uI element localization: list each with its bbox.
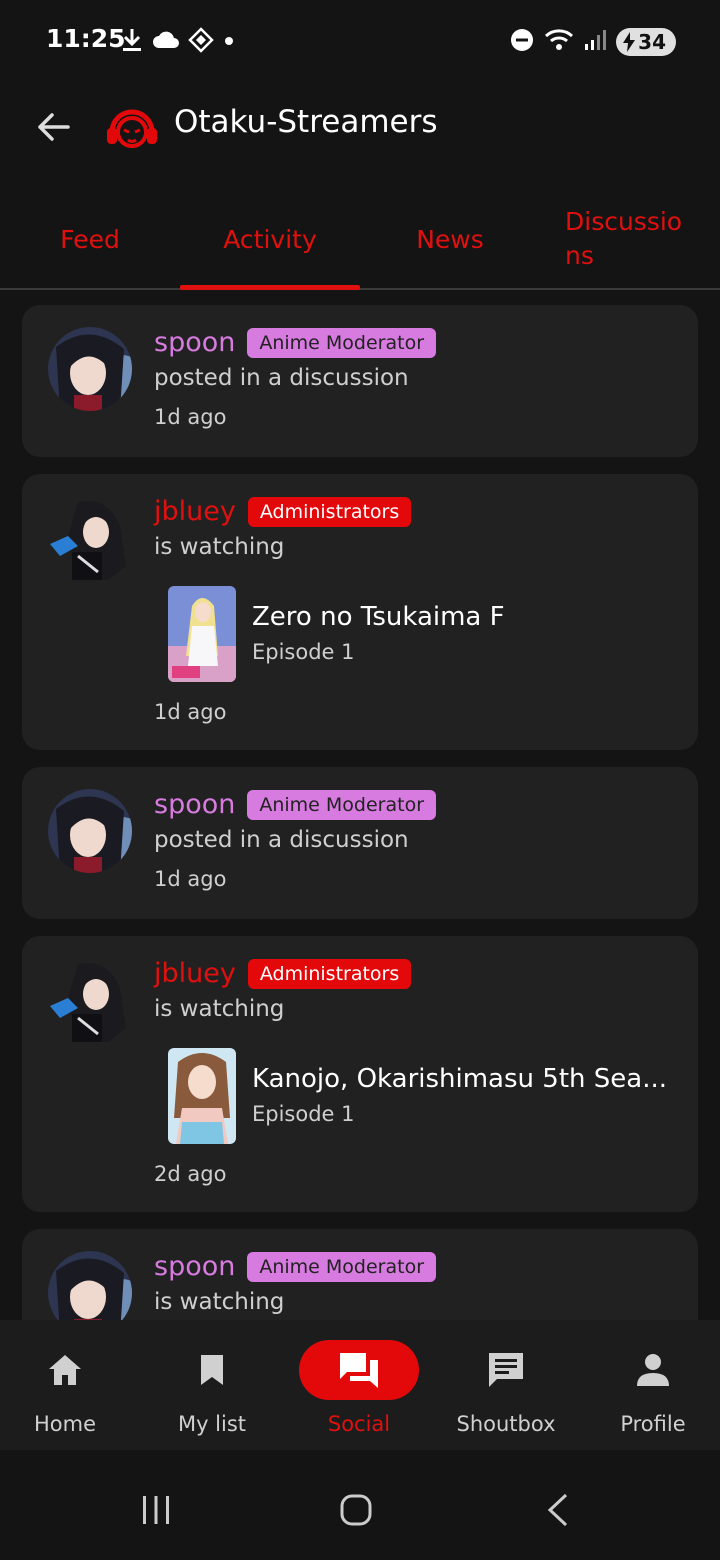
nav-profile[interactable]: Profile [583,1340,720,1440]
status-system-icons: 34 [510,28,676,56]
home-circle-icon [340,1494,372,1526]
username[interactable]: spoon [154,1251,235,1282]
media-item[interactable]: Zero no Tsukaima F Episode 1 [168,586,648,682]
avatar[interactable] [48,327,132,411]
nav-label: Home [33,1412,96,1436]
nav-label: Shoutbox [456,1412,556,1436]
role-badge: Anime Moderator [247,1251,437,1282]
signal-icon [584,29,607,55]
user-row: jbluey Administrators [154,958,412,989]
chevron-left-icon [547,1493,568,1527]
nav-my-list[interactable]: My list [142,1340,282,1440]
username[interactable]: jbluey [154,496,236,527]
battery-indicator: 34 [616,28,676,56]
tab-activity[interactable]: Activity [180,190,360,290]
battery-level: 34 [638,30,666,54]
forum-icon [340,1353,378,1388]
status-time: 11:25 [46,24,126,53]
avatar[interactable] [48,789,132,873]
username[interactable]: spoon [154,789,235,820]
timestamp: 1d ago [154,405,227,429]
nav-label: Profile [620,1412,686,1436]
user-row: spoon Anime Moderator [154,1251,437,1282]
dnd-icon [510,28,534,56]
tab-label: Activity [223,224,317,254]
app-icon [188,27,214,57]
recents-button[interactable] [126,1488,186,1532]
tab-label-line: ns [565,241,594,270]
back-button-system[interactable] [528,1488,588,1532]
anime-poster[interactable] [168,586,236,682]
username[interactable]: jbluey [154,958,236,989]
tab-bar: Feed Activity News Discussio ns [0,190,720,290]
activity-action[interactable]: posted in a discussion [154,365,409,391]
tab-label: Discussio ns [565,205,695,273]
avatar[interactable] [48,496,132,580]
activity-action[interactable]: posted in a discussion [154,827,409,853]
nav-label: Social [327,1412,391,1436]
user-row: spoon Anime Moderator [154,789,437,820]
recents-icon [143,1496,169,1524]
download-icon [120,27,144,57]
activity-card[interactable]: spoon Anime Moderator is watching [22,1229,698,1320]
timestamp: 1d ago [154,700,227,724]
wifi-icon [544,28,574,56]
media-episode: Episode 1 [252,1102,355,1126]
cloud-icon [152,29,180,55]
role-badge: Anime Moderator [247,789,437,820]
status-notification-icons [120,27,236,57]
status-bar: 11:25 34 [0,0,720,84]
back-button[interactable] [30,104,76,150]
bookmark-icon [201,1355,223,1385]
tab-discussions[interactable]: Discussio ns [540,190,720,288]
activity-action: is watching [154,996,285,1022]
activity-card[interactable]: jbluey Administrators is watching Kanojo… [22,936,698,1212]
role-badge: Administrators [247,958,412,989]
timestamp: 2d ago [154,1162,227,1186]
arrow-left-icon [38,113,70,141]
activity-action: is watching [154,534,285,560]
tab-label: Feed [60,224,120,254]
system-navigation-bar [0,1450,720,1560]
avatar[interactable] [48,958,132,1042]
username[interactable]: spoon [154,327,235,358]
home-button[interactable] [326,1488,386,1532]
activity-card[interactable]: spoon Anime Moderator posted in a discus… [22,767,698,919]
media-title[interactable]: Zero no Tsukaima F [252,602,505,632]
media-episode: Episode 1 [252,640,355,664]
nav-label: My list [177,1412,247,1436]
role-badge: Anime Moderator [247,327,437,358]
nav-home[interactable]: Home [0,1340,135,1440]
bottom-navigation: Home My list Social Shoutbox Profile [0,1320,720,1450]
avatar[interactable] [48,1251,132,1320]
activity-action: is watching [154,1289,285,1315]
activity-feed[interactable]: spoon Anime Moderator posted in a discus… [0,290,720,1320]
activity-card[interactable]: spoon Anime Moderator posted in a discus… [22,305,698,457]
page-title: Otaku-Streamers [174,104,438,140]
timestamp: 1d ago [154,867,227,891]
tab-label: News [416,224,484,254]
nav-shoutbox[interactable]: Shoutbox [436,1340,576,1440]
media-title[interactable]: Kanojo, Okarishimasu 5th Sea... [252,1064,667,1094]
headphones-logo [104,102,160,154]
home-icon [49,1355,81,1385]
chat-icon [489,1353,523,1387]
dot-icon [222,33,236,52]
tab-feed[interactable]: Feed [0,190,180,288]
role-badge: Administrators [247,496,412,527]
media-item[interactable]: Kanojo, Okarishimasu 5th Sea... Episode … [168,1048,667,1144]
battery-charging-icon [623,32,636,52]
anime-poster[interactable] [168,1048,236,1144]
person-icon [637,1354,669,1386]
tab-news[interactable]: News [360,190,540,288]
nav-social[interactable]: Social [289,1340,429,1440]
user-row: spoon Anime Moderator [154,327,437,358]
activity-card[interactable]: jbluey Administrators is watching Zero n… [22,474,698,750]
user-row: jbluey Administrators [154,496,412,527]
tab-label-line: Discussio [565,207,683,236]
app-header: Otaku-Streamers [0,84,720,174]
